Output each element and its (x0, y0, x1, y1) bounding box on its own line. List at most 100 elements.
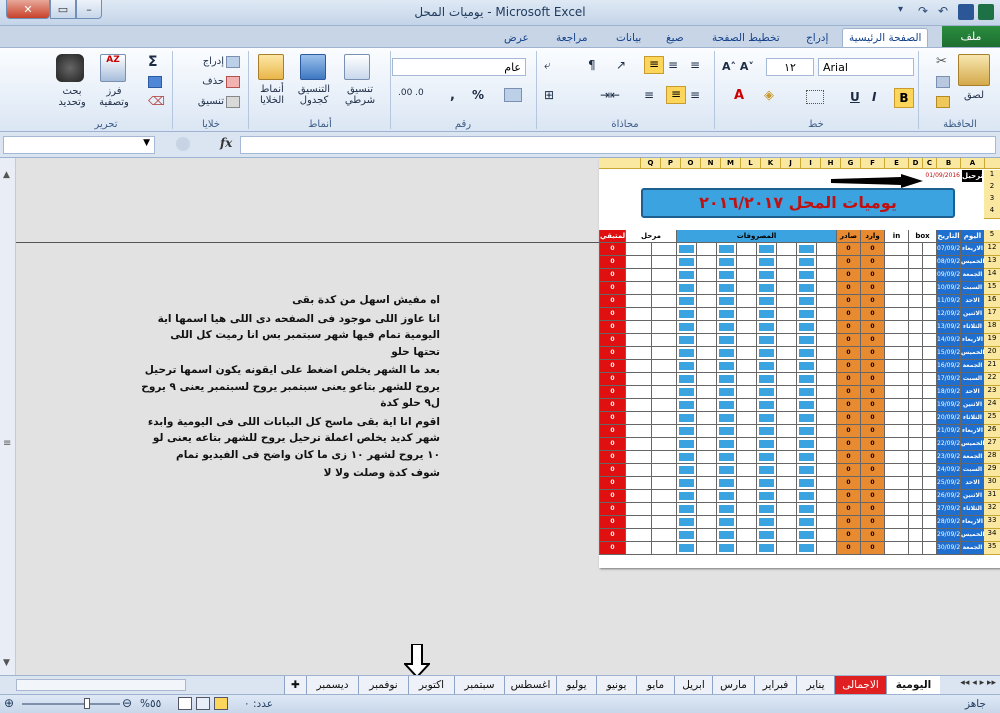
cell-exp4[interactable] (736, 282, 756, 294)
cell-day[interactable]: الخميس (960, 347, 984, 359)
cell-date[interactable]: 25/09/2016 (936, 477, 960, 489)
cell-exp0[interactable] (816, 373, 836, 385)
rtl-icon[interactable]: ¶ (588, 58, 596, 72)
cell-exp0[interactable] (816, 295, 836, 307)
cell-e[interactable] (884, 529, 908, 541)
cell-rem[interactable]: 0 (599, 399, 625, 411)
cell-exp5[interactable] (716, 438, 736, 450)
cell-ward[interactable]: 0 (860, 347, 884, 359)
underline-button[interactable]: U (850, 90, 860, 104)
cell-exp4[interactable] (736, 464, 756, 476)
row-header[interactable]: 22 (984, 373, 1000, 386)
cell-date[interactable]: 20/09/2016 (936, 412, 960, 424)
cell-e[interactable] (884, 295, 908, 307)
cell-p2[interactable] (625, 503, 651, 515)
vertical-scrollbar[interactable]: ▲ ≡ ▼ (0, 158, 16, 675)
cell-exp2[interactable] (776, 269, 796, 281)
cell-exp6[interactable] (696, 256, 716, 268)
cell-exp4[interactable] (736, 308, 756, 320)
cell-p2[interactable] (625, 347, 651, 359)
cell-d[interactable] (908, 412, 922, 424)
cell-d[interactable] (908, 464, 922, 476)
cell-sadir[interactable]: 0 (836, 529, 860, 541)
column-header[interactable]: G (840, 158, 860, 169)
cell-exp1[interactable] (796, 438, 816, 450)
sheet-tab[interactable]: فبراير (754, 676, 796, 694)
cell-p2[interactable] (625, 373, 651, 385)
cell-exp1[interactable] (796, 321, 816, 333)
row-header[interactable]: 33 (984, 516, 1000, 529)
cell-e[interactable] (884, 334, 908, 346)
cell-exp2[interactable] (776, 490, 796, 502)
cell-ward[interactable]: 0 (860, 490, 884, 502)
cell-exp2[interactable] (776, 477, 796, 489)
cell-exp1[interactable] (796, 269, 816, 281)
tab-view[interactable]: عرض (498, 28, 535, 47)
cell-date[interactable]: 23/09/2016 (936, 451, 960, 463)
cell-exp0[interactable] (816, 464, 836, 476)
cell-p1[interactable] (651, 412, 676, 424)
cell-rem[interactable]: 0 (599, 256, 625, 268)
cell-exp1[interactable] (796, 282, 816, 294)
tab-nav-first-icon[interactable]: ◂◂ ◂ ▸ ▸▸ (960, 678, 996, 688)
cell-exp1[interactable] (796, 373, 816, 385)
currency-icon[interactable] (504, 88, 522, 102)
column-header[interactable]: A (960, 158, 984, 169)
cell-rem[interactable]: 0 (599, 243, 625, 255)
cell-p2[interactable] (625, 321, 651, 333)
cell-ward[interactable]: 0 (860, 399, 884, 411)
cell-exp4[interactable] (736, 386, 756, 398)
cell-exp4[interactable] (736, 451, 756, 463)
cell-p1[interactable] (651, 516, 676, 528)
cell-e[interactable] (884, 399, 908, 411)
font-size-select[interactable]: ١٢ (766, 58, 814, 76)
cell-p2[interactable] (625, 464, 651, 476)
tab-review[interactable]: مراجعة (550, 28, 594, 47)
cell-e[interactable] (884, 425, 908, 437)
cell-exp6[interactable] (696, 490, 716, 502)
row-header[interactable]: 15 (984, 282, 1000, 295)
sheet-tab[interactable]: ابريل (674, 676, 712, 694)
cell-exp2[interactable] (776, 464, 796, 476)
cell-e[interactable] (884, 243, 908, 255)
italic-button[interactable]: I (872, 90, 876, 104)
cell-sadir[interactable]: 0 (836, 373, 860, 385)
tab-home[interactable]: الصفحة الرئيسية (842, 28, 929, 47)
cut-icon[interactable]: ✂ (936, 54, 947, 69)
cell-e[interactable] (884, 503, 908, 515)
cell-ward[interactable]: 0 (860, 321, 884, 333)
cell-date[interactable]: 07/09/2016 (936, 243, 960, 255)
cell-rem[interactable]: 0 (599, 425, 625, 437)
cell-rem[interactable]: 0 (599, 308, 625, 320)
cell-date[interactable]: 11/09/2016 (936, 295, 960, 307)
cell-sadir[interactable]: 0 (836, 256, 860, 268)
cell-exp3[interactable] (756, 438, 776, 450)
cell-sadir[interactable]: 0 (836, 503, 860, 515)
cell-exp2[interactable] (776, 425, 796, 437)
cell-exp6[interactable] (696, 373, 716, 385)
cell-c[interactable] (922, 516, 936, 528)
cell-sadir[interactable]: 0 (836, 464, 860, 476)
scroll-down-icon[interactable]: ▼ (3, 658, 10, 668)
page-layout-view-icon[interactable] (196, 697, 210, 710)
cell-exp6[interactable] (696, 438, 716, 450)
cell-exp0[interactable] (816, 308, 836, 320)
cell-exp7[interactable] (676, 373, 696, 385)
cell-exp2[interactable] (776, 451, 796, 463)
cell-day[interactable]: الاربعاء (960, 425, 984, 437)
sort-filter-label[interactable]: فرز وتصفية (94, 86, 134, 108)
cell-date[interactable]: 28/09/2016 (936, 516, 960, 528)
row-header[interactable]: 2 (984, 182, 1000, 195)
cell-p2[interactable] (625, 477, 651, 489)
cell-p1[interactable] (651, 425, 676, 437)
cell-exp0[interactable] (816, 425, 836, 437)
cell-exp1[interactable] (796, 412, 816, 424)
cell-p2[interactable] (625, 516, 651, 528)
cell-ward[interactable]: 0 (860, 282, 884, 294)
cell-sadir[interactable]: 0 (836, 360, 860, 372)
cell-exp7[interactable] (676, 477, 696, 489)
cell-ward[interactable]: 0 (860, 386, 884, 398)
row-header[interactable]: 31 (984, 490, 1000, 503)
find-select-icon[interactable] (56, 54, 84, 82)
align-right-icon[interactable]: ≡ (690, 88, 700, 102)
